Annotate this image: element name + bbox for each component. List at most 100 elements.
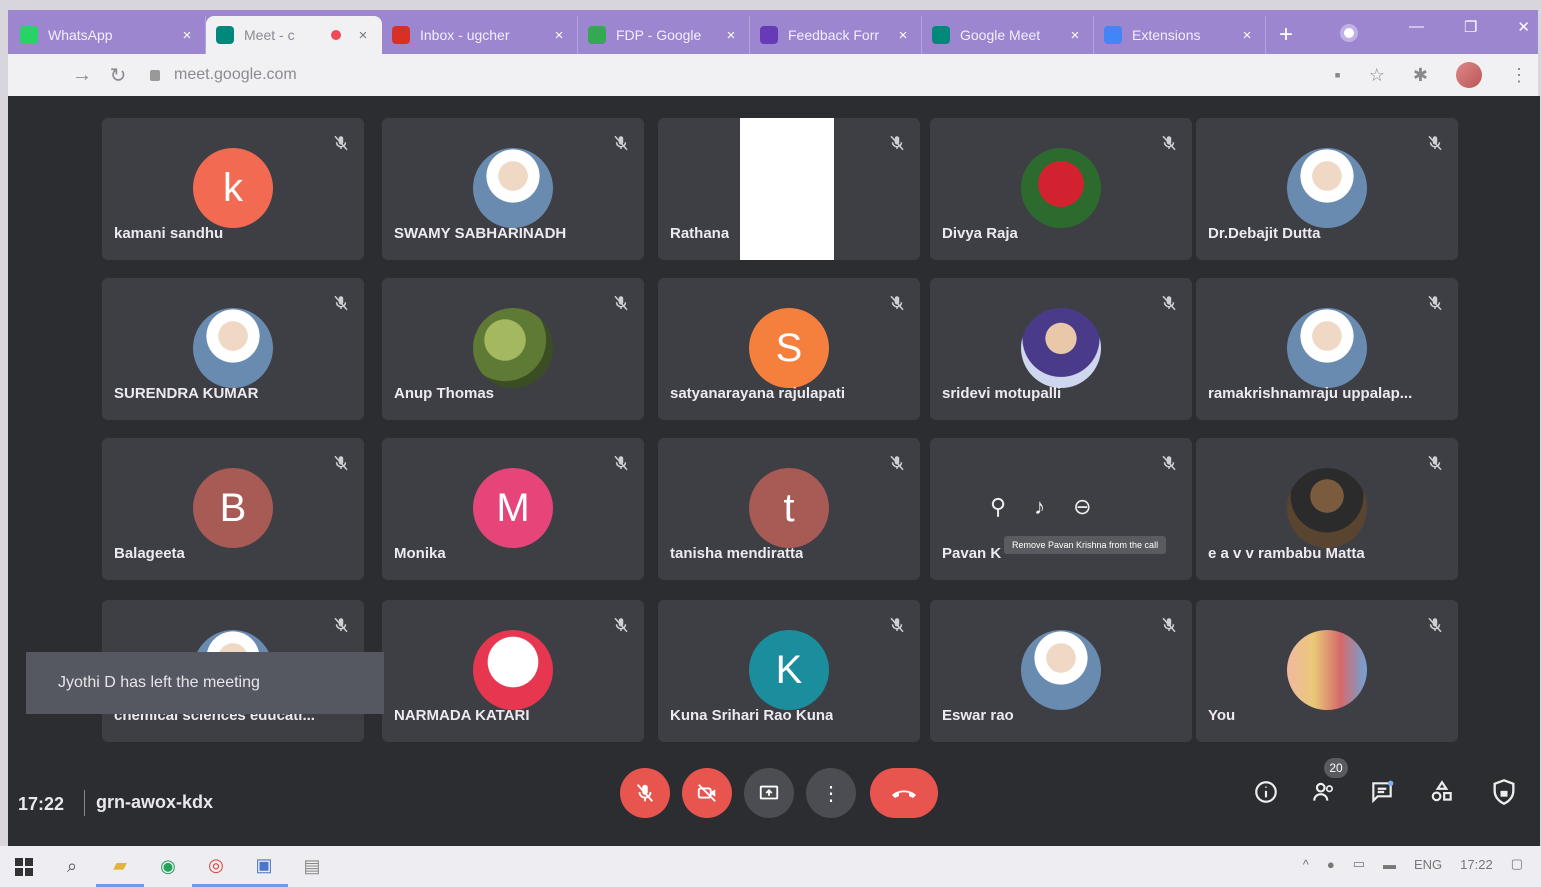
participant-avatar: B (193, 468, 273, 548)
participant-name: satyanarayana rajulapati (670, 385, 846, 402)
participant-tile[interactable]: Divya Raja (930, 118, 1192, 260)
remove-icon[interactable]: ⊖ (1073, 494, 1091, 520)
tab-4[interactable]: Feedback Forr × (750, 16, 922, 54)
network-icon[interactable]: ▭ (1353, 856, 1365, 872)
participant-tile[interactable]: Rathana (658, 118, 920, 260)
new-tab-button[interactable]: + (1266, 16, 1306, 54)
participant-name: NARMADA KATARI (394, 707, 530, 724)
participant-tile[interactable]: Eswar rao (930, 600, 1192, 742)
language-indicator[interactable]: ENG (1414, 857, 1442, 872)
participant-tile[interactable]: t tanisha mendiratta (658, 438, 920, 580)
close-icon[interactable]: × (895, 27, 911, 44)
left-meeting-toast: Jyothi D has left the meeting (26, 652, 384, 714)
close-icon[interactable]: × (1239, 27, 1255, 44)
hang-up-icon (892, 790, 916, 798)
mic-off-icon (334, 295, 348, 311)
tab-2[interactable]: Inbox - ugcher × (382, 16, 578, 54)
camera-icon[interactable]: ▪ (1334, 65, 1340, 86)
participant-name: e a v v rambabu Matta (1208, 545, 1365, 562)
participant-name: kamani sandhu (114, 225, 224, 242)
participant-tile[interactable]: SURENDRA KUMAR (102, 278, 364, 420)
file-explorer-icon[interactable]: ▰ (96, 846, 144, 887)
mic-off-icon (334, 617, 348, 633)
participant-tile[interactable]: ⚲ ♪ ⊖ Remove Pavan Krishna from the call Pav… (930, 438, 1192, 580)
meeting-code: grn-awox-kdx (96, 792, 214, 812)
profile-avatar[interactable] (1456, 62, 1482, 88)
participant-tile[interactable]: Ssatyanarayana rajulapati (658, 278, 920, 420)
mute-icon[interactable]: ♪ (1034, 494, 1045, 520)
tab-1[interactable]: Meet - c × (206, 16, 382, 54)
tab-0[interactable]: WhatsApp × (10, 16, 206, 54)
participant-name: ramakrishnamraju uppalap... (1208, 385, 1413, 402)
mic-off-icon (614, 135, 628, 151)
search-icon[interactable]: ⌕ (48, 846, 96, 887)
close-icon[interactable]: × (551, 27, 567, 44)
participant-tile[interactable]: K Kuna Srihari Rao Kuna (658, 600, 920, 742)
participant-tile[interactable]: Anup Thomas (382, 278, 644, 420)
battery-icon[interactable]: ▬ (1383, 857, 1396, 872)
more-options-button[interactable]: ⋮ (806, 768, 856, 818)
sheet-app-icon[interactable]: ▤ (288, 846, 336, 887)
forward-arrow-icon[interactable]: → (64, 64, 100, 87)
camera-off-button[interactable] (682, 768, 732, 818)
restore-icon[interactable]: ❐ (1464, 18, 1477, 36)
participant-avatar: t (749, 468, 829, 548)
whatsapp-taskbar-icon[interactable]: ◉ (144, 846, 192, 887)
participant-tile[interactable]: e a v v rambabu Matta (1196, 438, 1458, 580)
browser-toolbar: → ↻ meet.google.com ▪ ☆ ✱ ⋮ (8, 54, 1538, 96)
meeting-info-button[interactable] (1250, 776, 1282, 808)
participant-name: Balageeta (114, 545, 185, 562)
participant-tile[interactable]: B Balageeta (102, 438, 364, 580)
close-icon[interactable]: × (1067, 27, 1083, 44)
reload-icon[interactable]: ↻ (100, 63, 136, 88)
info-icon (1255, 781, 1277, 803)
host-controls-button[interactable] (1488, 776, 1520, 808)
mic-off-button[interactable] (620, 768, 670, 818)
participant-photo (473, 630, 553, 710)
mic-off-icon (614, 455, 628, 471)
chevron-up-icon[interactable]: ^ (1303, 857, 1309, 872)
present-screen-button[interactable] (744, 768, 794, 818)
close-icon[interactable]: × (355, 27, 371, 44)
minimize-icon[interactable]: — (1409, 18, 1424, 36)
profile-icon[interactable] (1340, 24, 1358, 42)
participant-tile[interactable]: M Monika (382, 438, 644, 580)
mic-off-icon (636, 784, 654, 802)
participants-button[interactable] (1308, 776, 1340, 808)
participant-tile[interactable]: Dr.Debajit Dutta (1196, 118, 1458, 260)
participant-photo (193, 308, 273, 388)
participant-tile[interactable]: sridevi motupalli (930, 278, 1192, 420)
participant-tile[interactable]: k kamani sandhu (102, 118, 364, 260)
activities-button[interactable] (1426, 776, 1458, 808)
star-icon[interactable]: ☆ (1369, 65, 1385, 86)
puzzle-icon[interactable]: ✱ (1413, 65, 1428, 86)
chrome-icon[interactable]: ◎ (192, 846, 240, 887)
pin-icon[interactable]: ⚲ (990, 494, 1006, 520)
close-icon[interactable]: × (179, 27, 195, 44)
chat-button[interactable] (1366, 776, 1398, 808)
address-bar[interactable]: meet.google.com (150, 66, 297, 84)
mic-off-icon (334, 455, 348, 471)
tab-5[interactable]: Google Meet × (922, 16, 1094, 54)
notifications-icon[interactable]: ▢ (1511, 856, 1523, 872)
participant-photo (1021, 308, 1101, 388)
tab-3[interactable]: FDP - Google × (578, 16, 750, 54)
window-close-icon[interactable]: ✕ (1517, 18, 1530, 36)
participant-name: Divya Raja (942, 225, 1018, 242)
meeting-clock: 17:22 (18, 794, 65, 814)
taskbar-clock[interactable]: 17:22 (1460, 857, 1493, 872)
leave-call-button[interactable] (870, 768, 938, 818)
kebab-menu-icon[interactable]: ⋮ (1510, 65, 1528, 86)
present-icon (759, 785, 779, 800)
participant-tile[interactable]: ramakrishnamraju uppalap... (1196, 278, 1458, 420)
tab-6[interactable]: Extensions × (1094, 16, 1266, 54)
participant-tile[interactable]: SWAMY SABHARINADH (382, 118, 644, 260)
windows-start-icon[interactable] (0, 846, 48, 887)
participant-tile[interactable]: You (1196, 600, 1458, 742)
participant-tile[interactable]: NARMADA KATARI (382, 600, 644, 742)
mic-off-icon (1162, 295, 1176, 311)
meet-stage: k kamani sandhu SWAMY SABHARINADH Rathana Di… (8, 96, 1540, 846)
divider (84, 790, 85, 816)
close-icon[interactable]: × (723, 27, 739, 44)
photos-icon[interactable]: ▣ (240, 846, 288, 887)
